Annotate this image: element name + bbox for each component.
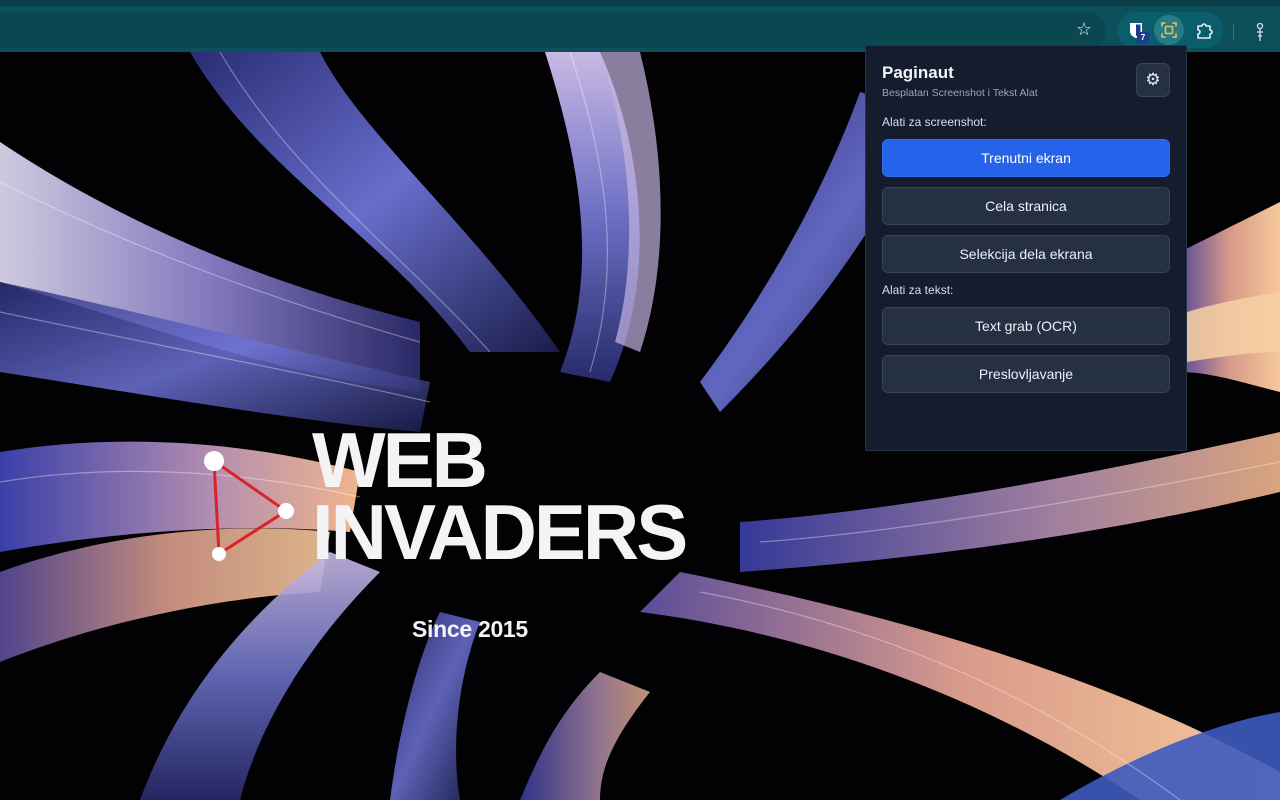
selection-button[interactable]: Selekcija dela ekrana: [882, 235, 1170, 273]
bookmark-star-icon[interactable]: ☆: [1070, 16, 1098, 44]
popup-subtitle: Besplatan Screenshot i Tekst Alat: [882, 87, 1038, 99]
popup-title: Paginaut: [882, 63, 954, 82]
extensions-group: 7: [1117, 12, 1223, 48]
text-tools-label: Alati za tekst:: [882, 283, 954, 297]
brand-line-1: WEB: [312, 416, 488, 504]
screenshot-tools-label: Alati za screenshot:: [882, 115, 987, 129]
address-bar[interactable]: [0, 12, 1106, 48]
brand-wordmark: WEB INVADERS: [312, 416, 688, 576]
text-grab-ocr-button[interactable]: Text grab (OCR): [882, 307, 1170, 345]
puzzle-icon: [1197, 23, 1213, 39]
current-screen-button[interactable]: Trenutni ekran: [882, 139, 1170, 177]
transliteration-button[interactable]: Preslovljavanje: [882, 355, 1170, 393]
full-page-button[interactable]: Cela stranica: [882, 187, 1170, 225]
screenshot-icon: [1161, 22, 1177, 38]
bitwarden-extension-button[interactable]: 7: [1121, 15, 1151, 45]
profile-menu-icon[interactable]: [1250, 20, 1270, 44]
paginaut-extension-button[interactable]: [1154, 15, 1184, 45]
brand-line-2: INVADERS: [312, 488, 688, 576]
toolbar-separator: [1233, 24, 1234, 40]
settings-gear-icon[interactable]: ⚙: [1136, 63, 1170, 97]
extensions-menu-button[interactable]: [1189, 15, 1219, 45]
paginaut-popup: Paginaut Besplatan Screenshot i Tekst Al…: [865, 45, 1187, 451]
hero-tagline: Since 2015: [412, 616, 528, 642]
extension-badge: 7: [1137, 32, 1149, 43]
